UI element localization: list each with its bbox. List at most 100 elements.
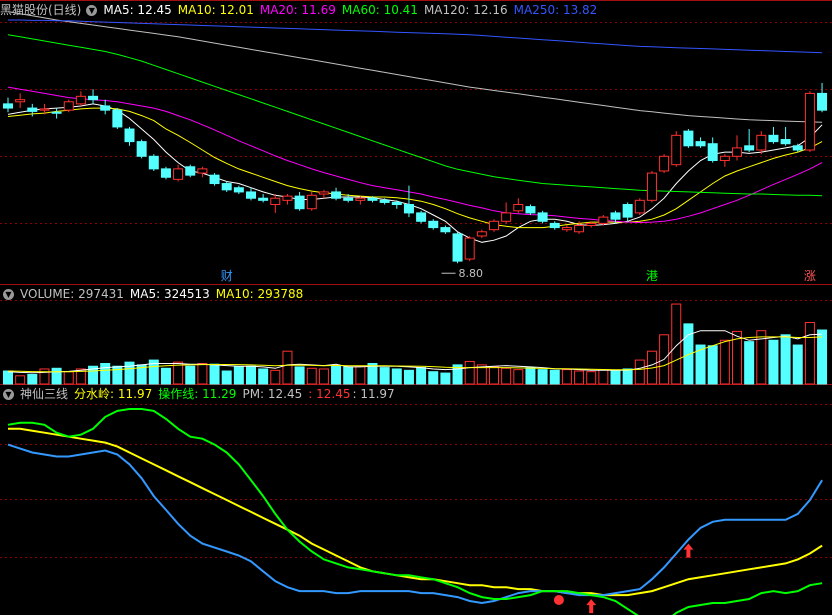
volume-bar [51, 367, 62, 385]
candle-body [513, 204, 524, 212]
candle-body [416, 212, 427, 222]
candle [185, 164, 196, 178]
candle-body [695, 141, 706, 147]
candle-body [586, 222, 597, 226]
candle-body [160, 168, 171, 178]
volume-bar [294, 366, 305, 385]
volume-bar [634, 359, 645, 385]
candle-body [549, 222, 560, 229]
volume-bar [561, 369, 572, 385]
volume-bar [246, 365, 256, 385]
volume-bar [391, 368, 402, 385]
candle [634, 198, 645, 215]
candle-body [39, 108, 50, 111]
candle [646, 170, 657, 203]
chevron-down-icon[interactable]: ▼ [3, 388, 14, 400]
candle [63, 99, 74, 113]
volume-bar [306, 367, 317, 385]
candle-body [173, 168, 184, 180]
candle-body [403, 204, 414, 214]
legend-indicator-name: 神仙三线 [20, 387, 69, 401]
volume-bar [185, 365, 196, 385]
ma-line-ma60 [7, 34, 823, 197]
legend-pm: PM: 12.45 [242, 387, 303, 401]
candle [258, 194, 269, 203]
legend-operation-line: 操作线: 11.29 [158, 387, 237, 401]
candle [209, 173, 220, 186]
candle-body [804, 92, 815, 151]
candle-body [246, 191, 256, 199]
candle [416, 210, 427, 224]
candle [440, 225, 451, 234]
candle-body [817, 92, 828, 111]
candle-body [452, 233, 463, 262]
indicator-panel[interactable] [7, 408, 823, 615]
candle [15, 93, 26, 109]
volume-bar [258, 368, 269, 385]
candle [100, 99, 111, 115]
volume-bar [744, 341, 755, 385]
candle-body [707, 143, 718, 161]
volume-bar [671, 303, 682, 385]
volume-bar [221, 370, 232, 385]
volume-bar [622, 368, 633, 385]
volume-bar [282, 350, 293, 385]
candle-body [379, 199, 390, 203]
volume-bar [489, 366, 499, 385]
chevron-down-icon[interactable]: ▼ [86, 4, 98, 16]
price-panel[interactable]: 8.80 财 港 涨 [3, 11, 828, 283]
volume-bar [233, 366, 244, 385]
legend-value-gray: : 11.97 [352, 387, 395, 401]
legend-volume: VOLUME: 297431 [20, 287, 124, 301]
candle [3, 97, 13, 113]
indicator-legend: ▼ 神仙三线 分水岭: 11.97 操作线: 11.29 PM: 12.45 :… [0, 384, 401, 404]
low-price-label: 8.80 [459, 267, 484, 280]
volume-bar [707, 345, 718, 385]
volume-bar [598, 369, 609, 385]
candle [136, 139, 147, 159]
candle [124, 126, 135, 146]
candle-body [63, 101, 74, 111]
candle-body [75, 95, 86, 105]
candle-body [489, 220, 499, 231]
candle [707, 137, 718, 163]
candle [294, 191, 305, 211]
candle [756, 131, 767, 155]
volume-bar [610, 369, 621, 385]
candle-body [185, 166, 196, 176]
candle-body [598, 216, 609, 224]
volume-panel[interactable] [3, 303, 828, 385]
volume-bar [586, 371, 597, 385]
candle-body [574, 224, 585, 233]
candle-body [148, 155, 159, 170]
candle [804, 91, 815, 153]
candle-body [100, 105, 111, 111]
chart-canvas[interactable]: 8.80 财 港 涨 [0, 0, 832, 615]
candle-body [646, 172, 657, 201]
candle-body [525, 206, 536, 214]
volume-bar [683, 323, 694, 385]
candle [428, 219, 439, 230]
candle-body [622, 204, 633, 218]
volume-bar [379, 367, 390, 385]
event-tag: 财 [221, 269, 233, 283]
candle [513, 198, 524, 213]
candle-body [367, 197, 378, 201]
candle [695, 137, 706, 148]
candle-body [197, 168, 208, 174]
volume-bar [719, 339, 730, 385]
volume-bar [209, 363, 220, 385]
candle [537, 210, 548, 224]
candle [549, 221, 560, 230]
candle-body [15, 99, 26, 103]
volume-bar [780, 334, 791, 385]
candle-body [659, 155, 670, 172]
candle-body [792, 145, 803, 151]
legend-ma5: MA5: 12.45 [103, 3, 172, 17]
chevron-down-icon[interactable]: ▼ [3, 288, 14, 300]
candle-body [3, 103, 13, 109]
signal-dot-icon [553, 595, 564, 605]
candle [75, 91, 86, 106]
event-tag: 涨 [804, 268, 816, 283]
candle-body [112, 109, 123, 128]
